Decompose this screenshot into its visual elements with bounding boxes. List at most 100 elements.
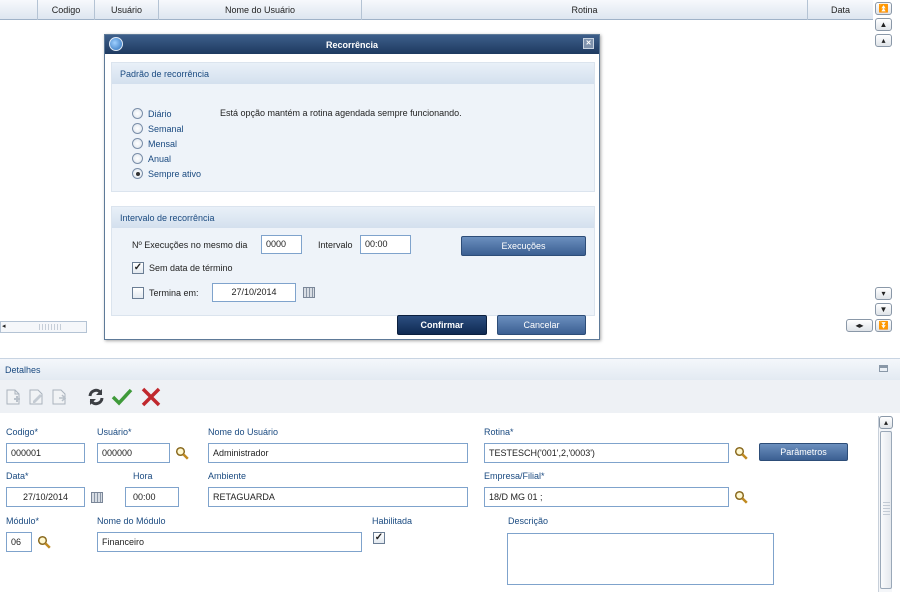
empresa-search-icon[interactable] — [734, 490, 748, 504]
nome-modulo-label: Nome do Módulo — [97, 516, 166, 526]
scrollbar-grip[interactable] — [39, 324, 61, 330]
radio-semanal-label: Semanal — [148, 123, 184, 134]
globe-icon — [109, 37, 123, 51]
radio-sempre-ativo-dot[interactable] — [132, 168, 143, 179]
usuario-input[interactable]: 000000 — [97, 443, 170, 463]
exec-same-day-label: Nº Execuções no mesmo dia — [132, 240, 248, 250]
details-toolbar — [0, 380, 900, 413]
horizontal-scrollbar[interactable]: ◂ — [0, 321, 87, 333]
nome-usuario-input[interactable]: Administrador — [208, 443, 468, 463]
recurrence-dialog: Recorrência ✕ Padrão de recorrência Diár… — [104, 34, 600, 340]
radio-semanal-dot[interactable] — [132, 123, 143, 134]
rotina-search-icon[interactable] — [734, 446, 748, 460]
grid-header: Codigo Usuário Nome do Usuário Rotina Da… — [0, 0, 873, 20]
usuario-label: Usuário* — [97, 427, 132, 437]
radio-anual-dot[interactable] — [132, 153, 143, 164]
ends-on-date-input[interactable]: 27/10/2014 — [212, 283, 296, 302]
details-scroll-thumb[interactable] — [880, 431, 892, 589]
radio-diario[interactable]: Diário — [132, 106, 201, 121]
grid-col-usuario[interactable]: Usuário — [95, 0, 159, 20]
ends-on-label: Termina em: — [149, 288, 199, 298]
scroll-left-right-icon[interactable]: ◂▸ — [846, 319, 873, 332]
radio-sempre-ativo[interactable]: Sempre ativo — [132, 166, 201, 181]
modulo-label: Módulo* — [6, 516, 40, 526]
descricao-textarea[interactable] — [507, 533, 774, 585]
dialog-title: Recorrência — [325, 39, 379, 50]
recurrence-options: Diário Semanal Mensal Anual Sempre ativo — [132, 106, 201, 181]
radio-diario-label: Diário — [148, 108, 172, 119]
hora-input[interactable]: 00:00 — [125, 487, 179, 507]
pattern-section-title: Padrão de recorrência — [112, 63, 594, 84]
nome-usuario-label: Nome do Usuário — [208, 427, 279, 437]
data-calendar-icon[interactable] — [91, 492, 103, 503]
copy-doc-icon[interactable] — [50, 388, 68, 406]
radio-mensal-dot[interactable] — [132, 138, 143, 149]
close-icon[interactable]: ✕ — [583, 38, 594, 49]
scroll-down-icon[interactable]: ▾ — [875, 287, 892, 300]
ambiente-input[interactable]: RETAGUARDA — [208, 487, 468, 507]
habilitada-checkbox[interactable]: ✓ — [373, 532, 385, 544]
calendar-icon[interactable] — [303, 287, 315, 298]
check-icon[interactable] — [111, 387, 133, 407]
pattern-section: Padrão de recorrência Diário Semanal Men… — [111, 62, 595, 192]
scroll-left-icon[interactable]: ◂ — [2, 323, 11, 331]
modulo-search-icon[interactable] — [37, 535, 51, 549]
new-doc-icon[interactable] — [4, 388, 22, 406]
hora-label: Hora — [133, 471, 153, 481]
codigo-input[interactable]: 000001 — [6, 443, 85, 463]
ambiente-label: Ambiente — [208, 471, 247, 481]
dialog-title-bar: Recorrência ✕ — [105, 35, 599, 54]
edit-doc-icon[interactable] — [27, 388, 45, 406]
interval-label: Intervalo — [318, 240, 353, 250]
ends-on-checkbox[interactable] — [132, 287, 144, 299]
cancel-button[interactable]: Cancelar — [497, 315, 586, 335]
no-end-date-checkbox[interactable]: ✓ — [132, 262, 144, 274]
scroll-page-up-icon[interactable]: ▲ — [875, 18, 892, 31]
details-scrollbar[interactable]: ▴ — [878, 416, 893, 592]
no-end-date-label: Sem data de término — [149, 263, 233, 273]
scroll-bottom-icon[interactable]: ⏬ — [875, 319, 892, 332]
grid-col-codigo[interactable]: Codigo — [38, 0, 95, 20]
scroll-up-icon[interactable]: ▴ — [875, 34, 892, 47]
modulo-input[interactable]: 06 — [6, 532, 32, 552]
radio-mensal[interactable]: Mensal — [132, 136, 201, 151]
radio-sempre-ativo-label: Sempre ativo — [148, 168, 202, 179]
grid-col-blank — [0, 0, 38, 20]
scroll-top-icon[interactable]: ⏫ — [875, 2, 892, 15]
habilitada-label: Habilitada — [372, 516, 413, 526]
grid-col-rotina[interactable]: Rotina — [362, 0, 808, 20]
refresh-icon[interactable] — [86, 387, 106, 407]
option-description: Está opção mantém a rotina agendada semp… — [220, 108, 462, 118]
radio-anual-label: Anual — [148, 153, 172, 164]
grid-col-nome-usuario[interactable]: Nome do Usuário — [159, 0, 362, 20]
exec-same-day-input[interactable]: 0000 — [261, 235, 302, 254]
radio-diario-dot[interactable] — [132, 108, 143, 119]
search-icon[interactable] — [175, 446, 189, 460]
radio-semanal[interactable]: Semanal — [132, 121, 201, 136]
data-input[interactable]: 27/10/2014 — [6, 487, 85, 507]
interval-section: Intervalo de recorrência Nº Execuções no… — [111, 206, 595, 316]
data-label: Data* — [6, 471, 29, 481]
codigo-label: Codigo* — [6, 427, 39, 437]
details-scroll-up-icon[interactable]: ▴ — [879, 416, 893, 429]
scroll-page-down-icon[interactable]: ▼ — [875, 303, 892, 316]
rotina-input[interactable]: TESTESCH('001',2,'0003') — [484, 443, 729, 463]
minimize-icon[interactable] — [879, 365, 888, 372]
parametros-button[interactable]: Parâmetros — [759, 443, 848, 461]
interval-section-title: Intervalo de recorrência — [112, 207, 594, 228]
details-title: Detalhes — [5, 364, 41, 375]
radio-mensal-label: Mensal — [148, 138, 178, 149]
radio-anual[interactable]: Anual — [132, 151, 201, 166]
descricao-label: Descrição — [508, 516, 549, 526]
delete-icon[interactable] — [140, 386, 162, 408]
grid-col-data[interactable]: Data — [808, 0, 873, 20]
details-header: Detalhes — [0, 358, 900, 380]
empresa-label: Empresa/Filial* — [484, 471, 545, 481]
details-scroll-grip — [883, 502, 890, 516]
execucoes-button[interactable]: Execuções — [461, 236, 586, 256]
interval-input[interactable]: 00:00 — [360, 235, 411, 254]
confirm-button[interactable]: Confirmar — [397, 315, 487, 335]
nome-modulo-input[interactable]: Financeiro — [97, 532, 362, 552]
rotina-label: Rotina* — [484, 427, 514, 437]
empresa-input[interactable]: 18/D MG 01 ; — [484, 487, 729, 507]
